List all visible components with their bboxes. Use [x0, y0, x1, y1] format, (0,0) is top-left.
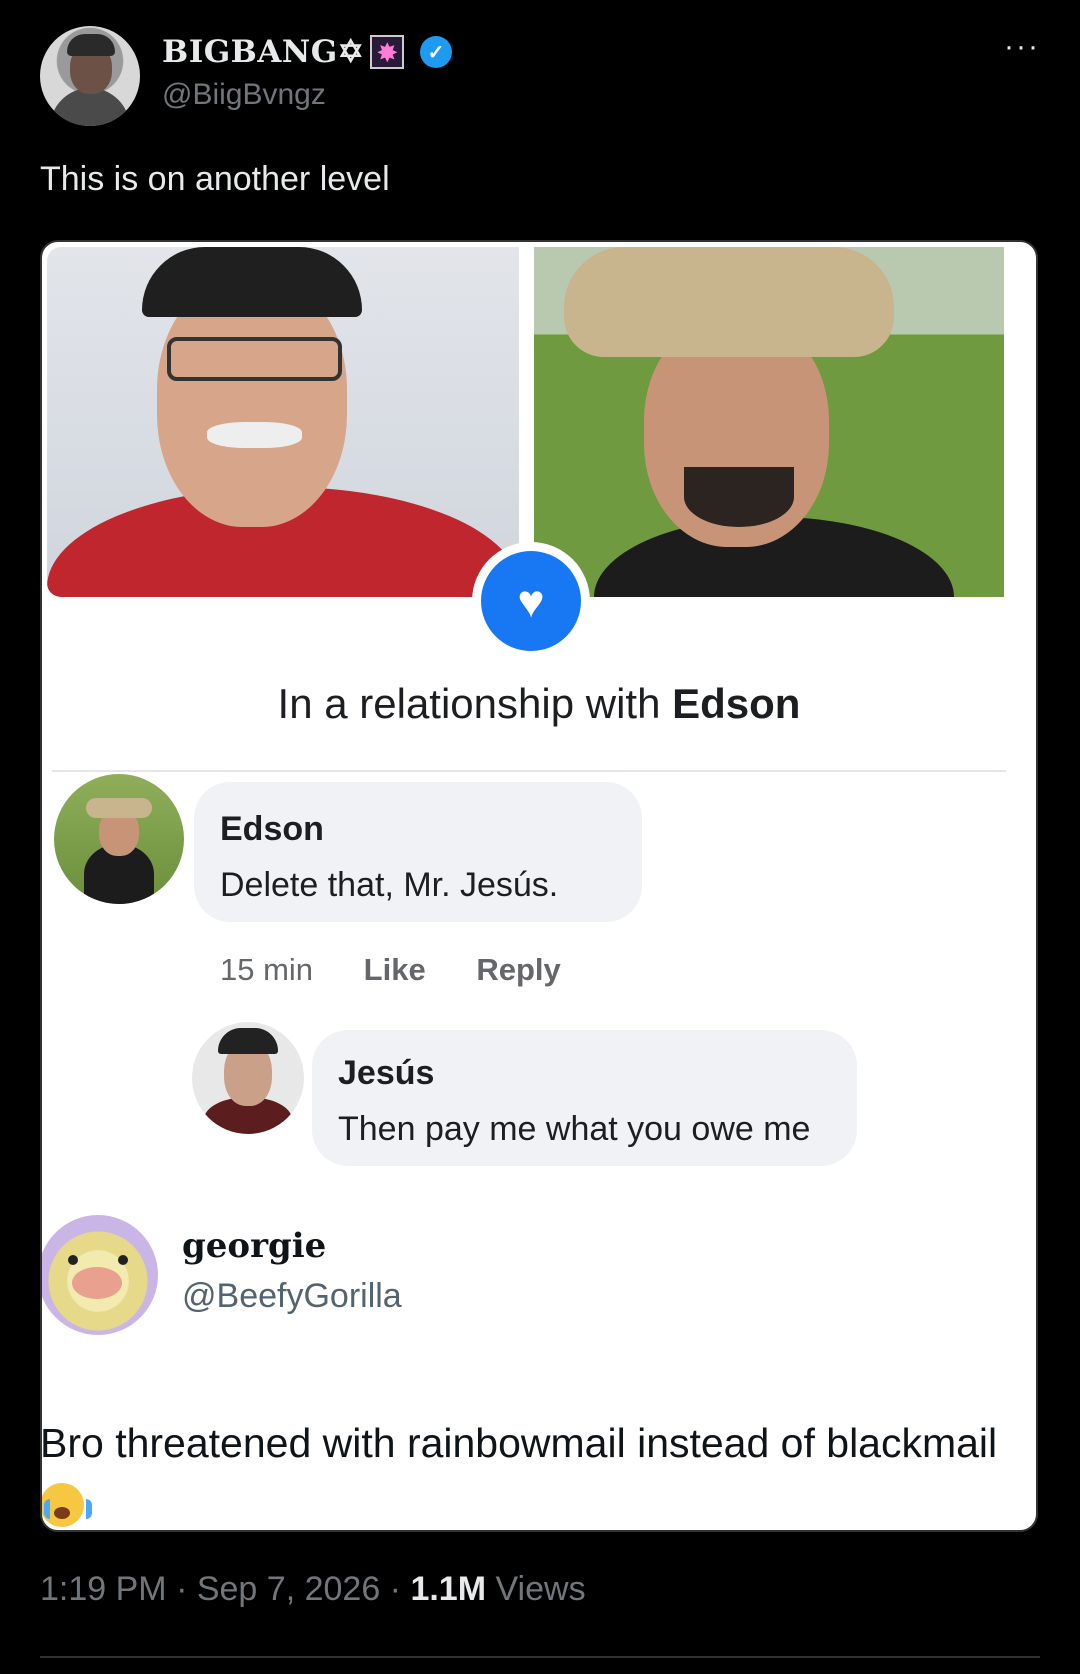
relationship-status: In a relationship with Edson — [42, 680, 1036, 728]
verified-badge-icon: ✓ — [420, 36, 453, 68]
relationship-heart-icon: ♥ — [472, 542, 590, 660]
tweet-header: BIGBANG✡ ✓ @BiigBvngz ··· — [40, 26, 1040, 126]
relationship-prefix: In a relationship with — [277, 680, 673, 727]
comment-text-edson: Delete that, Mr. Jesús. — [220, 866, 559, 904]
comment-time: 15 min — [220, 952, 314, 987]
quoted-text-body: Bro threatened with rainbowmail instead … — [40, 1420, 998, 1466]
separator: · — [380, 1570, 411, 1608]
views-label: Views — [486, 1570, 586, 1608]
like-button[interactable]: Like — [364, 952, 426, 987]
quoted-author-handle[interactable]: @BeefyGorilla — [182, 1277, 402, 1316]
author-name-text: BIGBANG✡ — [162, 34, 365, 70]
comment-avatar-edson — [54, 774, 184, 904]
reply-button[interactable]: Reply — [476, 952, 560, 987]
more-options-icon[interactable]: ··· — [1004, 30, 1040, 64]
comment-text-jesus: Then pay me what you owe me — [338, 1110, 811, 1148]
quoted-author-name[interactable]: georgie — [182, 1226, 326, 1266]
tweet-date[interactable]: Sep 7, 2026 — [197, 1570, 380, 1608]
author-avatar[interactable] — [40, 26, 140, 126]
divider — [52, 770, 1006, 772]
quoted-media-card[interactable]: ♥ In a relationship with Edson Edson Del… — [40, 240, 1038, 1532]
comment-author-jesus[interactable]: Jesús — [338, 1054, 434, 1093]
views-count: 1.1M — [410, 1570, 487, 1608]
divider — [40, 1656, 1040, 1658]
photo-young-man — [534, 247, 1004, 597]
comment-meta-edson: 15 min Like Reply — [220, 952, 603, 988]
comment-avatar-jesus — [192, 1022, 304, 1134]
author-display-name[interactable]: BIGBANG✡ ✓ — [162, 34, 453, 70]
tweet-footer: 1:19 PM · Sep 7, 2026 · 1.1M Views — [40, 1570, 586, 1609]
separator: · — [166, 1570, 197, 1608]
tweet-time[interactable]: 1:19 PM — [40, 1570, 167, 1608]
comment-author-edson[interactable]: Edson — [220, 810, 324, 849]
loudly-crying-face-icon — [42, 1483, 92, 1527]
tweet-text: This is on another level — [40, 160, 390, 198]
photo-older-man — [47, 247, 519, 597]
quoted-text: Bro threatened with rainbowmail instead … — [40, 1412, 1000, 1530]
author-handle[interactable]: @BiigBvngz — [162, 78, 326, 112]
relationship-partner-name: Edson — [672, 680, 801, 727]
sparkle-emoji-icon — [370, 35, 405, 69]
quoted-author-avatar[interactable] — [42, 1215, 158, 1335]
